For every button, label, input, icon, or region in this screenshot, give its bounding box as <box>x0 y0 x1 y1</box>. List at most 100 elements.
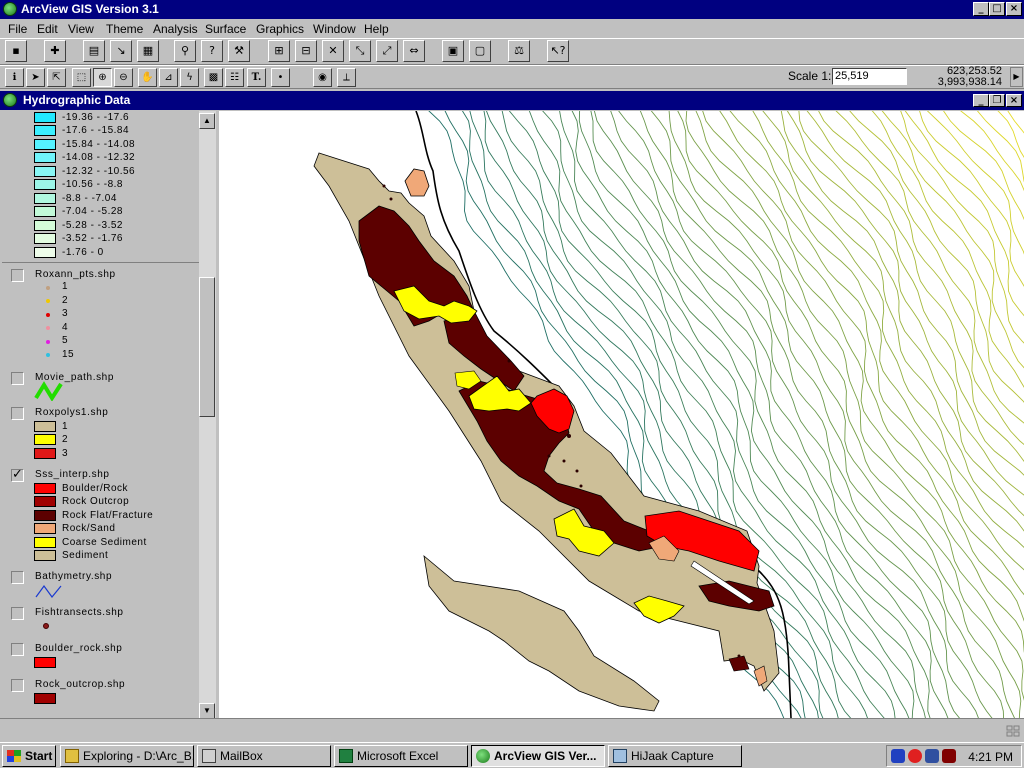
maximize-button[interactable]: □ <box>989 2 1005 16</box>
label-tool-icon[interactable]: ☷ <box>225 68 244 87</box>
view-globe-icon[interactable] <box>3 93 17 107</box>
area-of-interest-icon[interactable]: ▩ <box>204 68 223 87</box>
point-symbol <box>46 299 50 303</box>
add-theme-icon[interactable]: ✚ <box>44 40 66 62</box>
legend-label: 2 <box>62 434 69 445</box>
line-symbol-icon <box>34 381 63 401</box>
contour-line <box>639 111 993 718</box>
zoom-full-extent-icon[interactable]: ⊞ <box>268 40 290 62</box>
menu-graphics[interactable]: Graphics <box>256 22 304 36</box>
network-icon[interactable] <box>891 749 905 763</box>
minimize-button[interactable]: _ <box>973 2 989 16</box>
edit-legend-icon[interactable]: ↘ <box>110 40 132 62</box>
close-button[interactable]: × <box>1006 2 1022 16</box>
menu-edit[interactable]: Edit <box>37 22 58 36</box>
zoom-in-tool-icon[interactable]: ⊕ <box>93 68 112 87</box>
task-arcview[interactable]: ArcView GIS Ver... <box>471 745 605 767</box>
pointer-icon[interactable]: ➤ <box>26 68 45 87</box>
contour-line <box>976 111 1024 183</box>
legend-divider <box>2 262 199 263</box>
start-button[interactable]: Start <box>2 745 56 767</box>
scale-input[interactable]: 25,519 <box>832 68 907 85</box>
menu-surface[interactable]: Surface <box>205 22 246 36</box>
task-exploring[interactable]: Exploring - D:\Arc_B... <box>60 745 194 767</box>
roxpolys-visibility-checkbox[interactable] <box>11 407 24 420</box>
text-tool-icon[interactable]: T. <box>247 68 266 87</box>
folder-icon <box>65 749 79 763</box>
layer-name-sss-interp[interactable]: Sss_interp.shp <box>35 469 110 480</box>
layer-name-rock-outcrop[interactable]: Rock_outcrop.shp <box>35 679 125 690</box>
view-restore-button[interactable]: ❐ <box>989 94 1005 107</box>
pan-hand-icon[interactable]: ✋ <box>138 68 157 87</box>
profile-tool-icon[interactable]: ⟂ <box>337 68 356 87</box>
contour-tool-icon[interactable]: ◉ <box>313 68 332 87</box>
open-table-icon[interactable]: ▦ <box>137 40 159 62</box>
bathymetry-visibility-checkbox[interactable] <box>11 571 24 584</box>
task-excel[interactable]: Microsoft Excel <box>334 745 468 767</box>
contour-line <box>610 111 960 718</box>
legend-scrollbar[interactable]: ▲ ▼ <box>199 111 216 719</box>
help-pointer-icon[interactable]: ↖? <box>547 40 569 62</box>
zoom-to-selected-icon[interactable]: ✕ <box>322 40 344 62</box>
identify-icon[interactable]: ℹ <box>5 68 24 87</box>
eye-icon[interactable] <box>925 749 939 763</box>
app-tray-icon[interactable] <box>942 749 956 763</box>
fishtransects-visibility-checkbox[interactable] <box>11 607 24 620</box>
boulder-rock-visibility-checkbox[interactable] <box>11 643 24 656</box>
draw-point-icon[interactable]: • <box>271 68 290 87</box>
no-entry-icon[interactable] <box>908 749 922 763</box>
legend-label: -19.36 - -17.6 <box>62 112 130 123</box>
zoom-out-icon[interactable]: ⤢ <box>376 40 398 62</box>
legend-swatch <box>34 448 56 459</box>
menu-view[interactable]: View <box>68 22 94 36</box>
map-canvas[interactable] <box>219 111 1024 718</box>
select-features-icon[interactable]: ▣ <box>442 40 464 62</box>
save-project-icon[interactable]: ▪ <box>5 40 27 62</box>
contour-line <box>881 111 1024 369</box>
layer-name-roxann[interactable]: Roxann_pts.shp <box>35 269 116 280</box>
menu-help[interactable]: Help <box>364 22 389 36</box>
legend-swatch <box>34 693 56 704</box>
scroll-up-icon[interactable]: ▲ <box>199 113 215 129</box>
find-icon[interactable]: ⚲ <box>174 40 196 62</box>
movie-path-visibility-checkbox[interactable] <box>11 372 24 385</box>
task-mailbox[interactable]: MailBox <box>197 745 331 767</box>
hotlink-icon[interactable]: ϟ <box>180 68 199 87</box>
zoom-out-tool-icon[interactable]: ⊖ <box>114 68 133 87</box>
menu-theme[interactable]: Theme <box>106 22 143 36</box>
resize-grip-icon[interactable] <box>1006 725 1020 737</box>
select-feature-tool-icon[interactable]: ⬚ <box>72 68 91 87</box>
sss-interp-visibility-checkbox[interactable] <box>11 467 24 482</box>
point-symbol <box>43 623 49 629</box>
map-drawing <box>313 111 1024 718</box>
layer-name-roxpolys[interactable]: Roxpolys1.shp <box>35 407 108 418</box>
view-minimize-button[interactable]: _ <box>973 94 989 107</box>
roxann-visibility-checkbox[interactable] <box>11 269 24 282</box>
windows-logo-icon <box>7 750 21 762</box>
layer-name-bathymetry[interactable]: Bathymetry.shp <box>35 571 112 582</box>
scroll-down-icon[interactable]: ▼ <box>199 703 215 719</box>
layer-name-boulder-rock[interactable]: Boulder_rock.shp <box>35 643 122 654</box>
menu-analysis[interactable]: Analysis <box>153 22 198 36</box>
rock-outcrop-visibility-checkbox[interactable] <box>11 679 24 692</box>
legend-swatch <box>34 193 56 204</box>
query-builder-icon[interactable]: ⚒ <box>228 40 250 62</box>
menu-file[interactable]: File <box>8 22 27 36</box>
zoom-to-themes-icon[interactable]: ⊟ <box>295 40 317 62</box>
zoom-previous-icon[interactable]: ⇔ <box>403 40 425 62</box>
toolbar-scroll-arrow[interactable]: ▶ <box>1010 67 1023 87</box>
clear-selection-icon[interactable]: ▢ <box>469 40 491 62</box>
view-close-button[interactable]: × <box>1006 94 1022 107</box>
task-hijaak[interactable]: HiJaak Capture <box>608 745 742 767</box>
layout-icon[interactable]: ⚖ <box>508 40 530 62</box>
table-of-contents[interactable]: -19.36 - -17.6 -17.6 - -15.84 -15.84 - -… <box>2 111 200 718</box>
menu-window[interactable]: Window <box>313 22 356 36</box>
locate-address-icon[interactable]: ? <box>201 40 223 62</box>
zoom-in-icon[interactable]: ⤡ <box>349 40 371 62</box>
scroll-thumb[interactable] <box>199 277 215 417</box>
layer-name-fishtransects[interactable]: Fishtransects.shp <box>35 607 124 618</box>
theme-properties-icon[interactable]: ▤ <box>83 40 105 62</box>
vertex-edit-icon[interactable]: ⇱ <box>47 68 66 87</box>
arcview-globe-icon[interactable] <box>3 2 17 16</box>
measure-icon[interactable]: ⊿ <box>159 68 178 87</box>
